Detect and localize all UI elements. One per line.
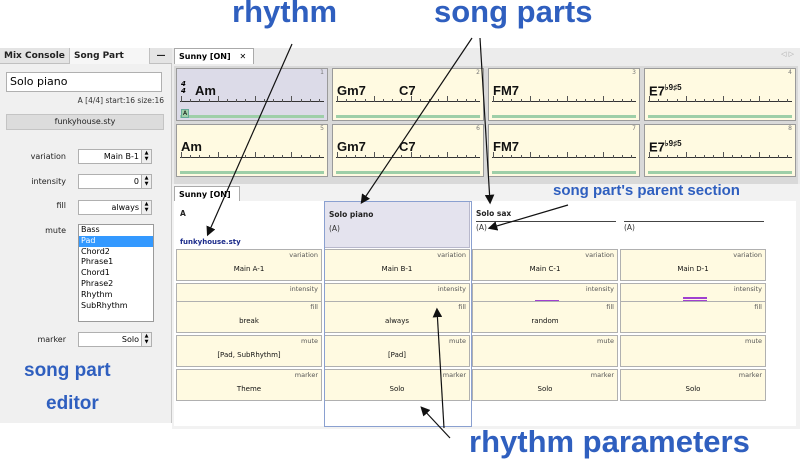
arrow-song-parts-2 [479, 37, 495, 205]
arrow-song-parts-1 [360, 37, 473, 204]
annotation-arrows [206, 37, 569, 439]
arrow-rhythm [206, 43, 293, 237]
arrow-params-1 [432, 307, 445, 429]
arrow-params-2 [420, 406, 451, 439]
arrow-parent-section [487, 204, 569, 231]
